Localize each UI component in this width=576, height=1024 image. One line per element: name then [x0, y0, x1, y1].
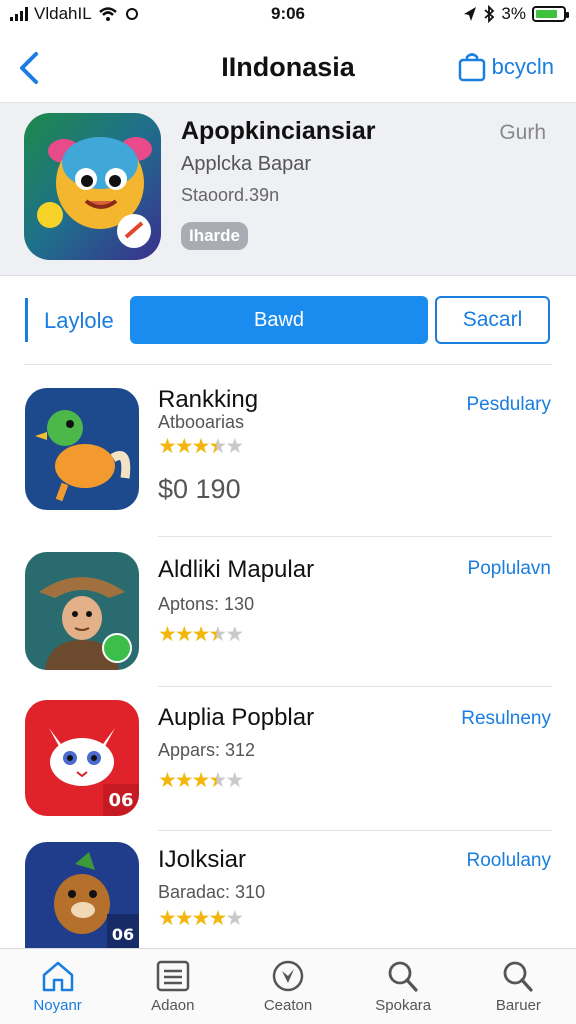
- tab-search-alt[interactable]: Baruer: [461, 949, 576, 1024]
- tab-label: Baruer: [495, 997, 541, 1014]
- app-subtitle: Aptons: 130: [158, 594, 255, 614]
- tab-bar: Noyanr Adaon Ceaton Spokara Baruer: [0, 948, 576, 1024]
- divider: [24, 364, 552, 365]
- tab-label: Adaon: [151, 997, 195, 1014]
- app-price: $0 190: [158, 474, 241, 504]
- segmented-control: Laylole Bawd Sacarl: [0, 296, 576, 344]
- app-icon: [25, 388, 139, 510]
- featured-app-subtitle: Applcka Bapar: [181, 153, 312, 175]
- app-title: Rankking: [158, 386, 259, 413]
- list-item[interactable]: Aldliki Mapular Aptons: 130 ★★★★★ Poplul…: [0, 552, 576, 672]
- tab-home[interactable]: Noyanr: [0, 949, 115, 1024]
- app-icon-badge: 06: [112, 925, 134, 944]
- search-icon: [504, 961, 534, 992]
- tab-label: Spokara: [375, 997, 432, 1014]
- app-rating-stars: ★★★★★: [158, 623, 244, 646]
- battery-icon: [532, 6, 569, 22]
- app-subtitle: Baradac: 310: [158, 882, 266, 902]
- status-bar: VldahIL 9:06 3%: [0, 0, 576, 30]
- segment-indicator: [25, 298, 28, 342]
- tab-compass[interactable]: Ceaton: [230, 949, 345, 1024]
- app-subtitle: Atbooarias: [158, 412, 245, 432]
- featured-app-badge[interactable]: Iharde: [181, 222, 249, 250]
- bag-icon: [458, 53, 485, 82]
- list-item[interactable]: 06 IJolksiar Baradac: 310 ★★★★★ Roolulan…: [0, 842, 576, 948]
- segment-middle[interactable]: Bawd: [130, 296, 428, 344]
- app-tag[interactable]: Poplulavn: [468, 558, 551, 580]
- location-arrow-icon: [464, 7, 477, 21]
- app-title: Aldliki Mapular: [158, 556, 315, 583]
- featured-app-meta: Staoord.39n: [181, 185, 280, 205]
- bag-button-label: bcycln: [491, 54, 554, 79]
- app-icon: 06: [25, 700, 139, 816]
- app-title: Auplia Popblar: [158, 704, 315, 731]
- divider: [158, 536, 552, 537]
- app-icon: [25, 552, 139, 670]
- status-right: 3%: [463, 4, 569, 24]
- app-tag[interactable]: Pesdulary: [467, 394, 552, 416]
- bluetooth-icon: [484, 5, 495, 23]
- list-item[interactable]: Rankking Atbooarias ★★★★★ $0 190 Pesdula…: [0, 386, 576, 518]
- app-icon: 06: [25, 842, 139, 948]
- list-icon: [156, 960, 190, 992]
- divider: [158, 686, 552, 687]
- app-title: IJolksiar: [158, 846, 247, 873]
- search-icon: [388, 961, 418, 992]
- featured-app-icon: [24, 113, 161, 260]
- app-icon-badge: 06: [108, 790, 133, 811]
- app-tag[interactable]: Resulneny: [461, 708, 551, 730]
- segment-left[interactable]: Laylole: [44, 308, 114, 334]
- battery-percent: 3%: [501, 4, 526, 23]
- app-tag[interactable]: Roolulany: [467, 850, 552, 872]
- segment-right[interactable]: Sacarl: [435, 296, 550, 344]
- divider: [158, 830, 552, 831]
- app-rating-stars: ★★★★★: [158, 769, 244, 792]
- tab-label: Ceaton: [263, 997, 313, 1014]
- tab-search[interactable]: Spokara: [346, 949, 461, 1024]
- featured-app-name: Apopkinciansiar: [181, 117, 376, 145]
- home-icon: [42, 961, 73, 992]
- featured-app-card[interactable]: Apopkinciansiar Applcka Bapar Staoord.39…: [0, 102, 576, 276]
- list-item[interactable]: 06 Auplia Popblar Appars: 312 ★★★★★ Resu…: [0, 700, 576, 818]
- bag-button[interactable]: bcycln: [458, 52, 554, 82]
- compass-icon: [272, 960, 304, 992]
- nav-bar: IIndonasia bcycln: [0, 34, 576, 102]
- tab-list[interactable]: Adaon: [115, 949, 230, 1024]
- app-rating-stars: ★★★★★: [158, 907, 244, 930]
- tab-label: Noyanr: [33, 997, 82, 1014]
- app-subtitle: Appars: 312: [158, 740, 256, 760]
- featured-side-label[interactable]: Gurh: [499, 121, 546, 145]
- app-rating-stars: ★★★★★: [158, 435, 244, 458]
